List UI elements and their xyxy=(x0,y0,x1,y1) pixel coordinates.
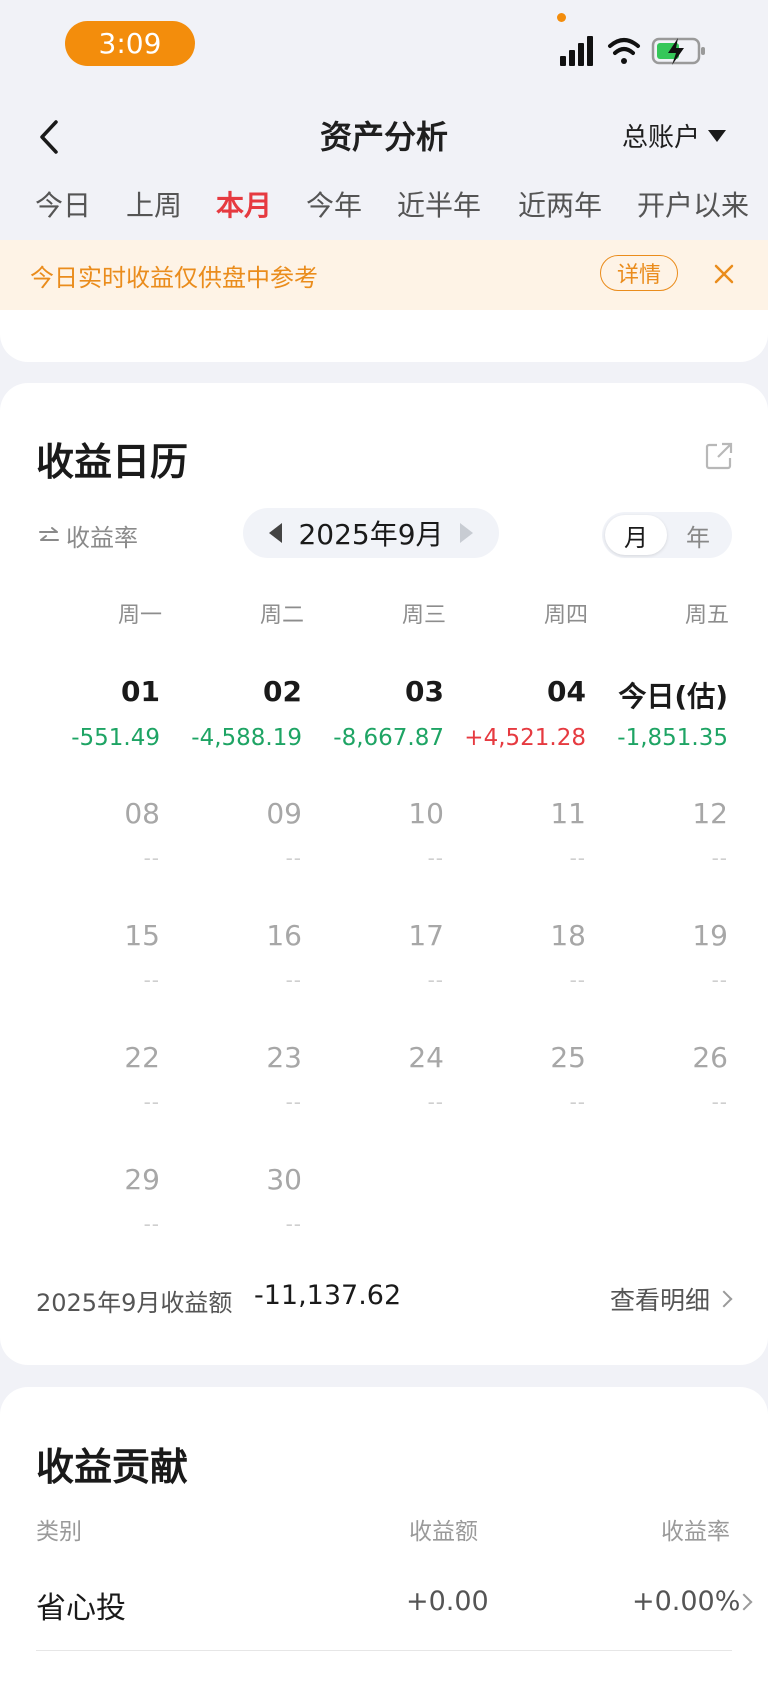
tab-last-week[interactable]: 上周 xyxy=(126,184,182,224)
calendar-day-value: +4,521.28 xyxy=(464,725,586,751)
calendar-day-value: -- xyxy=(143,846,160,870)
share-icon[interactable] xyxy=(703,440,735,472)
view-detail-link[interactable]: 查看明细 xyxy=(610,1281,733,1317)
calendar-day[interactable]: 30 xyxy=(162,1163,302,1196)
calendar-day[interactable]: 01 xyxy=(20,675,160,708)
account-label: 总账户 xyxy=(622,123,701,153)
weekday-thu: 周四 xyxy=(543,603,588,628)
calendar-day[interactable]: 11 xyxy=(446,797,586,830)
calendar-day[interactable]: 16 xyxy=(162,919,302,952)
weekday-wed: 周三 xyxy=(401,603,446,628)
next-month-icon[interactable] xyxy=(459,523,473,543)
current-month-label: 2025年9月 xyxy=(298,518,444,551)
calendar-day-value: -8,667.87 xyxy=(333,725,444,751)
calendar-day-value: -- xyxy=(143,1212,160,1236)
calendar-day-value: -551.49 xyxy=(71,725,160,751)
calendar-day[interactable]: 08 xyxy=(20,797,160,830)
calendar-day[interactable]: 12 xyxy=(588,797,728,830)
calendar-day-value: -- xyxy=(427,968,444,992)
calendar-day-value: -- xyxy=(569,1090,586,1114)
calendar-day-value: -- xyxy=(143,1090,160,1114)
calendar-day-value: -- xyxy=(427,1090,444,1114)
swap-icon xyxy=(39,526,59,541)
rate-toggle-label: 收益率 xyxy=(66,524,138,552)
calendar-title: 收益日历 xyxy=(36,440,189,484)
calendar-day[interactable]: 26 xyxy=(588,1041,728,1074)
privacy-indicator-dot xyxy=(557,13,566,22)
row-divider xyxy=(36,1650,732,1651)
row-rate: +0.00% xyxy=(632,1586,741,1617)
calendar-day-value: -- xyxy=(427,846,444,870)
calendar-day[interactable]: 04 xyxy=(446,675,586,708)
calendar-day-value: -- xyxy=(711,846,728,870)
prev-month-icon[interactable] xyxy=(269,523,282,543)
account-selector[interactable]: 总账户 xyxy=(622,117,727,154)
month-year-toggle: 月 年 xyxy=(602,512,732,558)
calendar-day[interactable]: 17 xyxy=(304,919,444,952)
weekday-fri: 周五 xyxy=(684,603,729,628)
status-time: 3:09 xyxy=(65,21,195,66)
row-category: 省心投 xyxy=(36,1591,126,1626)
calendar-day[interactable]: 10 xyxy=(304,797,444,830)
monthly-total-label: 2025年9月收益额 xyxy=(36,1289,233,1317)
calendar-day[interactable]: 25 xyxy=(446,1041,586,1074)
calendar-day-value: -- xyxy=(285,1212,302,1236)
weekday-mon: 周一 xyxy=(117,603,162,628)
calendar-day[interactable]: 23 xyxy=(162,1041,302,1074)
close-icon[interactable] xyxy=(712,262,736,286)
calendar-day[interactable]: 29 xyxy=(20,1163,160,1196)
calendar-day[interactable]: 09 xyxy=(162,797,302,830)
calendar-day-value: -- xyxy=(143,968,160,992)
calendar-day[interactable]: 18 xyxy=(446,919,586,952)
tab-two-years[interactable]: 近两年 xyxy=(518,184,602,224)
calendar-day[interactable]: 15 xyxy=(20,919,160,952)
banner-text: 今日实时收益仅供盘中参考 xyxy=(30,264,318,292)
calendar-day[interactable]: 03 xyxy=(304,675,444,708)
banner-detail-button[interactable]: 详情 xyxy=(600,255,678,291)
calendar-day-value: -- xyxy=(569,968,586,992)
tab-this-year[interactable]: 今年 xyxy=(306,184,362,224)
contribution-title: 收益贡献 xyxy=(36,1445,189,1489)
calendar-day-value: -- xyxy=(711,1090,728,1114)
calendar-day[interactable]: 今日(估) xyxy=(588,675,728,715)
header-amount: 收益额 xyxy=(409,1519,478,1545)
row-amount: +0.00 xyxy=(406,1586,489,1617)
view-year-option[interactable]: 年 xyxy=(667,515,729,555)
calendar-day[interactable]: 22 xyxy=(20,1041,160,1074)
month-navigator: 2025年9月 xyxy=(243,508,499,558)
view-detail-label: 查看明细 xyxy=(610,1286,711,1315)
view-month-option[interactable]: 月 xyxy=(605,515,667,555)
tab-half-year[interactable]: 近半年 xyxy=(397,184,481,224)
calendar-day[interactable]: 24 xyxy=(304,1041,444,1074)
profit-contribution-card xyxy=(0,1387,768,1687)
calendar-day-value: -- xyxy=(285,846,302,870)
tab-today[interactable]: 今日 xyxy=(35,184,91,224)
calendar-day-value: -4,588.19 xyxy=(191,725,302,751)
calendar-day-value: -- xyxy=(285,968,302,992)
calendar-day[interactable]: 02 xyxy=(162,675,302,708)
header-category: 类别 xyxy=(36,1519,82,1545)
tab-since-opening[interactable]: 开户以来 xyxy=(637,184,749,224)
header-rate: 收益率 xyxy=(661,1519,730,1545)
wifi-icon xyxy=(608,38,640,64)
tab-this-month[interactable]: 本月 xyxy=(216,184,272,224)
calendar-day-value: -- xyxy=(711,968,728,992)
weekday-tue: 周二 xyxy=(259,603,304,628)
status-icons xyxy=(560,36,705,66)
signal-icon xyxy=(560,36,593,66)
calendar-day-value: -- xyxy=(569,846,586,870)
battery-charging-icon xyxy=(651,37,705,65)
rate-toggle-button[interactable]: 收益率 xyxy=(38,518,138,553)
chevron-right-icon xyxy=(715,1290,733,1308)
calendar-day-value: -- xyxy=(285,1090,302,1114)
calendar-day[interactable]: 19 xyxy=(588,919,728,952)
calendar-day-value: -1,851.35 xyxy=(617,725,728,751)
dropdown-caret-icon xyxy=(708,129,727,142)
monthly-total-value: -11,137.62 xyxy=(254,1280,402,1311)
